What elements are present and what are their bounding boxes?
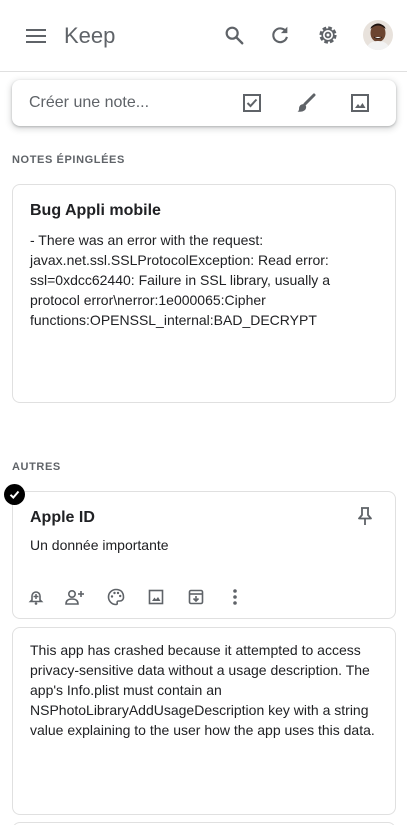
pin-icon[interactable] [355,506,375,526]
brush-icon[interactable] [294,91,318,115]
search-icon[interactable] [221,22,247,48]
create-note-bar[interactable]: Créer une note... [12,80,396,126]
checkbox-icon[interactable] [240,91,264,115]
app-title: Keep [64,23,116,48]
top-bar: Keep [0,0,407,72]
create-note-input[interactable]: Créer une note... [29,94,149,112]
image-icon[interactable] [348,91,372,115]
palette-icon[interactable] [105,586,127,608]
selected-check-icon[interactable] [4,484,25,505]
note-title: Apple ID [30,509,95,526]
archive-icon[interactable] [185,586,207,608]
menu-icon[interactable] [22,22,50,50]
avatar[interactable] [363,20,393,50]
note-body: Un donnée importante [30,537,169,553]
note-card-pinned[interactable]: Bug Appli mobile - There was an error wi… [12,184,396,403]
settings-icon[interactable] [315,22,341,48]
note-body: This app has crashed because it attempte… [30,642,375,738]
image-icon[interactable] [145,586,167,608]
pinned-section-label: NOTES ÉPINGLÉES [12,154,125,166]
note-body: - There was an error with the request: j… [30,232,330,328]
note-card-crash[interactable]: This app has crashed because it attempte… [12,627,396,815]
refresh-icon[interactable] [267,22,293,48]
collaborator-icon[interactable] [64,586,86,608]
note-card-apple-id[interactable]: Apple ID Un donnée importante [12,491,396,619]
more-icon[interactable] [224,586,246,608]
note-title: Bug Appli mobile [30,202,161,219]
remind-icon[interactable] [25,586,47,608]
others-section-label: AUTRES [12,461,61,473]
